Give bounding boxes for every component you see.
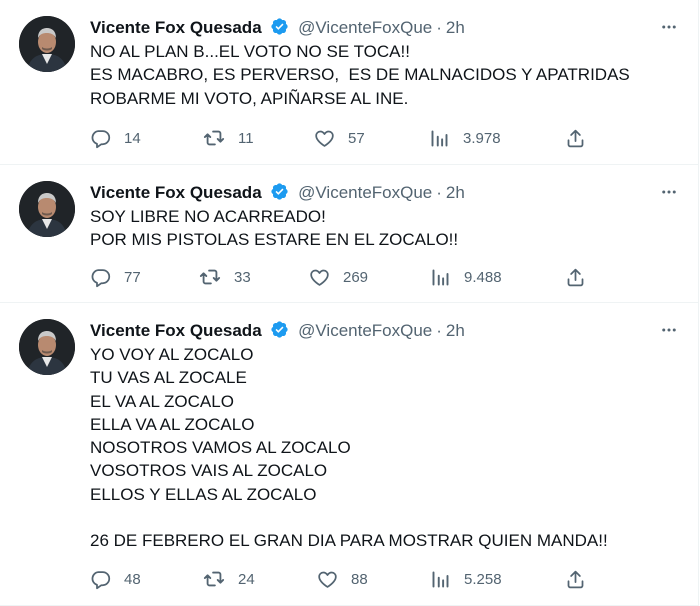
share-icon xyxy=(567,268,584,286)
like-count: 269 xyxy=(343,268,369,286)
views-count: 3.978 xyxy=(463,129,501,147)
views-button[interactable]: 5.258 xyxy=(430,567,502,591)
like-count: 57 xyxy=(348,129,365,147)
reply-icon xyxy=(91,570,111,589)
tweet-text: YO VOY AL ZOCALO TU VAS AL ZOCALE EL VA … xyxy=(90,345,608,551)
share-icon xyxy=(567,570,584,588)
reply-button[interactable]: 77 xyxy=(90,265,141,289)
separator-dot: · xyxy=(436,183,442,202)
views-chart-icon xyxy=(432,269,449,285)
share-button[interactable] xyxy=(565,265,586,289)
author-name[interactable]: Vicente Fox Quesada xyxy=(90,321,262,340)
tweet-actions: 77 33 269 9.488 xyxy=(90,265,590,289)
like-button[interactable]: 57 xyxy=(314,126,365,150)
more-dots-icon xyxy=(662,190,676,194)
retweet-button[interactable]: 33 xyxy=(199,265,251,289)
retweet-button[interactable]: 11 xyxy=(203,126,254,150)
reply-count: 14 xyxy=(124,129,141,147)
views-count: 5.258 xyxy=(464,570,502,588)
views-chart-icon xyxy=(431,130,448,146)
more-dots-icon xyxy=(662,328,676,332)
author-handle[interactable]: @VicenteFoxQue xyxy=(298,18,432,37)
retweet-count: 33 xyxy=(234,268,251,286)
tweet-header: Vicente Fox Quesada @VicenteFoxQue · 2h xyxy=(90,17,678,37)
more-options-button[interactable] xyxy=(658,182,680,202)
tweet-1[interactable]: Vicente Fox Quesada @VicenteFoxQue · 2h NO… xyxy=(0,0,699,165)
verified-badge-icon xyxy=(270,17,289,41)
views-count: 9.488 xyxy=(464,268,502,286)
avatar[interactable] xyxy=(19,16,75,72)
verified-badge-icon xyxy=(270,182,289,206)
avatar[interactable] xyxy=(19,181,75,237)
author-handle[interactable]: @VicenteFoxQue xyxy=(298,321,432,340)
reply-icon xyxy=(91,268,111,287)
views-button[interactable]: 9.488 xyxy=(430,265,502,289)
reply-button[interactable]: 14 xyxy=(90,126,141,150)
author-name[interactable]: Vicente Fox Quesada xyxy=(90,18,262,37)
retweet-icon xyxy=(203,130,225,146)
avatar-photo xyxy=(19,16,75,72)
tweet-header: Vicente Fox Quesada @VicenteFoxQue · 2h xyxy=(90,182,678,202)
avatar-photo xyxy=(19,181,75,237)
tweet-text: SOY LIBRE NO ACARREADO! POR MIS PISTOLAS… xyxy=(90,207,459,250)
share-button[interactable] xyxy=(565,567,586,591)
more-options-button[interactable] xyxy=(658,17,680,37)
separator-dot: · xyxy=(436,18,442,37)
tweet-header: Vicente Fox Quesada @VicenteFoxQue · 2h xyxy=(90,320,678,340)
tweet-text: NO AL PLAN B...EL VOTO NO SE TOCA!! ES M… xyxy=(90,42,630,108)
author-handle[interactable]: @VicenteFoxQue xyxy=(298,183,432,202)
avatar[interactable] xyxy=(19,319,75,375)
more-dots-icon xyxy=(662,25,676,29)
avatar-photo xyxy=(19,319,75,375)
verified-badge-icon xyxy=(270,320,289,344)
heart-icon xyxy=(315,130,334,147)
share-button[interactable] xyxy=(565,126,586,150)
tweet-2[interactable]: Vicente Fox Quesada @VicenteFoxQue · 2h SO… xyxy=(0,165,699,303)
tweet-feed: Vicente Fox Quesada @VicenteFoxQue · 2h NO… xyxy=(0,0,700,606)
heart-icon xyxy=(318,571,337,588)
timestamp[interactable]: 2h xyxy=(446,183,465,202)
timestamp[interactable]: 2h xyxy=(446,18,465,37)
tweet-actions: 48 24 88 5.258 xyxy=(90,567,590,591)
reply-count: 48 xyxy=(124,570,141,588)
like-button[interactable]: 88 xyxy=(317,567,368,591)
views-chart-icon xyxy=(432,571,449,587)
reply-count: 77 xyxy=(124,268,141,286)
share-icon xyxy=(567,129,584,147)
retweet-icon xyxy=(203,571,225,587)
like-count: 88 xyxy=(351,570,368,588)
retweet-count: 11 xyxy=(238,129,254,147)
heart-icon xyxy=(310,269,329,286)
tweet-actions: 14 11 57 3.978 xyxy=(90,126,590,150)
retweet-icon xyxy=(199,269,221,285)
reply-button[interactable]: 48 xyxy=(90,567,141,591)
retweet-count: 24 xyxy=(238,570,255,588)
views-button[interactable]: 3.978 xyxy=(429,126,501,150)
more-options-button[interactable] xyxy=(658,320,680,340)
separator-dot: · xyxy=(436,321,442,340)
retweet-button[interactable]: 24 xyxy=(203,567,255,591)
timestamp[interactable]: 2h xyxy=(446,321,465,340)
reply-icon xyxy=(91,129,111,148)
like-button[interactable]: 269 xyxy=(309,265,368,289)
tweet-3[interactable]: Vicente Fox Quesada @VicenteFoxQue · 2h YO… xyxy=(0,303,699,606)
author-name[interactable]: Vicente Fox Quesada xyxy=(90,183,262,202)
